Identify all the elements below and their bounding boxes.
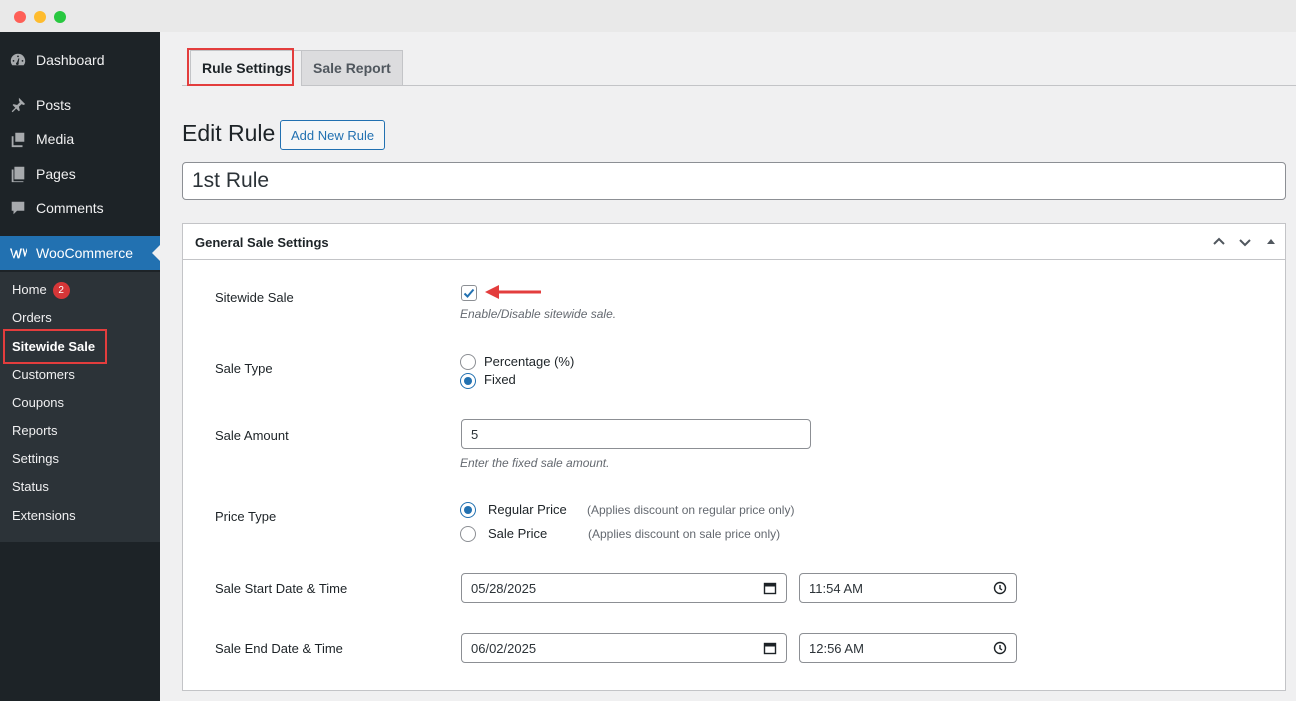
highlight-box [187, 48, 294, 86]
maximize-window-icon[interactable] [54, 11, 66, 23]
sale-amount-description: Enter the fixed sale amount. [460, 456, 610, 470]
menu-item-pages[interactable]: Pages [0, 157, 160, 191]
menu-item-comments[interactable]: Comments [0, 191, 160, 225]
menu-item-woocommerce[interactable]: WooCommerce [0, 236, 160, 270]
sale-end-time-input[interactable]: 12:56 AM [799, 633, 1017, 663]
input-value: 06/02/2025 [471, 640, 537, 656]
sitewide-sale-label: Sitewide Sale [215, 290, 294, 305]
comment-icon [0, 199, 36, 217]
submenu-item-extensions[interactable]: Extensions [12, 506, 76, 526]
radio-label: Percentage (%) [484, 354, 575, 369]
window-titlebar [0, 0, 1296, 32]
submenu-label: Customers [12, 367, 75, 382]
clock-icon[interactable] [993, 641, 1007, 655]
pin-icon [0, 96, 36, 114]
sitewide-sale-description: Enable/Disable sitewide sale. [460, 307, 617, 321]
tab-sale-report[interactable]: Sale Report [301, 50, 403, 86]
calendar-icon[interactable] [763, 641, 777, 655]
submenu-label: Settings [12, 451, 59, 466]
price-type-regular-radio[interactable] [460, 502, 476, 518]
move-up-icon[interactable] [1211, 234, 1227, 250]
woocommerce-submenu: Home 2 Orders Sitewide Sale Customers Co… [0, 272, 160, 542]
sale-start-label: Sale Start Date & Time [215, 581, 348, 596]
menu-item-media[interactable]: Media [0, 122, 160, 156]
submenu-item-home[interactable]: Home 2 [12, 280, 70, 300]
menu-label: WooCommerce [36, 245, 133, 261]
submenu-label: Home [12, 282, 47, 297]
sale-end-label: Sale End Date & Time [215, 641, 343, 656]
submenu-item-settings[interactable]: Settings [12, 449, 59, 469]
admin-sidebar: Dashboard Posts Media Pages Comments Woo… [0, 32, 160, 701]
price-type-label: Price Type [215, 509, 277, 524]
main-content: Rule Settings Sale Report Edit Rule Add … [160, 32, 1296, 701]
rule-name-input[interactable] [182, 162, 1286, 200]
tab-label: Sale Report [313, 60, 391, 76]
submenu-label: Coupons [12, 395, 65, 410]
submenu-label: Status [12, 479, 49, 494]
menu-label: Pages [36, 166, 76, 182]
media-icon [0, 130, 36, 148]
notification-badge: 2 [52, 281, 70, 299]
arrow-annotation-icon [485, 285, 541, 299]
radio-label: Sale Price [488, 526, 548, 541]
sale-type-label: Sale Type [215, 361, 273, 376]
collapse-toggle-icon[interactable] [1263, 234, 1279, 250]
radio-note: (Applies discount on regular price only) [587, 503, 795, 517]
clock-icon[interactable] [993, 581, 1007, 595]
dashboard-icon [0, 51, 36, 69]
submenu-item-orders[interactable]: Orders [12, 308, 52, 328]
highlight-box [3, 329, 107, 364]
move-down-icon[interactable] [1237, 234, 1253, 250]
submenu-label: Orders [12, 310, 52, 325]
general-sale-settings-panel: General Sale Settings Sitewide Sale Enab… [182, 223, 1286, 691]
panel-header: General Sale Settings [183, 224, 1285, 260]
menu-label: Media [36, 131, 75, 147]
menu-label: Comments [36, 200, 104, 216]
submenu-label: Extensions [12, 508, 76, 523]
submenu-label: Reports [12, 423, 58, 438]
submenu-item-coupons[interactable]: Coupons [12, 393, 64, 413]
input-value: 05/28/2025 [471, 580, 537, 596]
submenu-item-reports[interactable]: Reports [12, 421, 58, 441]
input-value: 12:56 AM [809, 640, 864, 656]
sale-amount-input[interactable]: 5 [461, 419, 811, 449]
sale-start-time-input[interactable]: 11:54 AM [799, 573, 1017, 603]
price-type-sale-radio[interactable] [460, 526, 476, 542]
sale-type-fixed-radio[interactable] [460, 373, 476, 389]
sale-start-date-input[interactable]: 05/28/2025 [461, 573, 787, 603]
menu-item-posts[interactable]: Posts [0, 88, 160, 122]
submenu-item-customers[interactable]: Customers [12, 365, 75, 385]
sale-amount-label: Sale Amount [215, 428, 289, 443]
radio-label: Fixed [484, 372, 516, 387]
input-value: 11:54 AM [809, 580, 863, 596]
menu-label: Posts [36, 97, 72, 113]
radio-note: (Applies discount on sale price only) [588, 527, 781, 541]
pages-icon [0, 165, 36, 183]
submenu-item-status[interactable]: Status [12, 477, 49, 497]
input-value: 5 [471, 426, 479, 442]
add-new-rule-button[interactable]: Add New Rule [280, 120, 386, 150]
sale-end-date-input[interactable]: 06/02/2025 [461, 633, 787, 663]
menu-label: Dashboard [36, 52, 105, 68]
calendar-icon[interactable] [763, 581, 777, 595]
menu-item-dashboard[interactable]: Dashboard [0, 43, 160, 77]
page-title: Edit Rule [182, 120, 276, 146]
woocommerce-icon [0, 244, 36, 262]
close-window-icon[interactable] [14, 11, 26, 23]
checkmark-icon [463, 288, 475, 298]
minimize-window-icon[interactable] [34, 11, 46, 23]
sale-type-percentage-radio[interactable] [460, 354, 476, 370]
sitewide-sale-checkbox[interactable] [461, 285, 477, 301]
panel-title: General Sale Settings [195, 235, 329, 250]
radio-label: Regular Price [488, 502, 567, 517]
